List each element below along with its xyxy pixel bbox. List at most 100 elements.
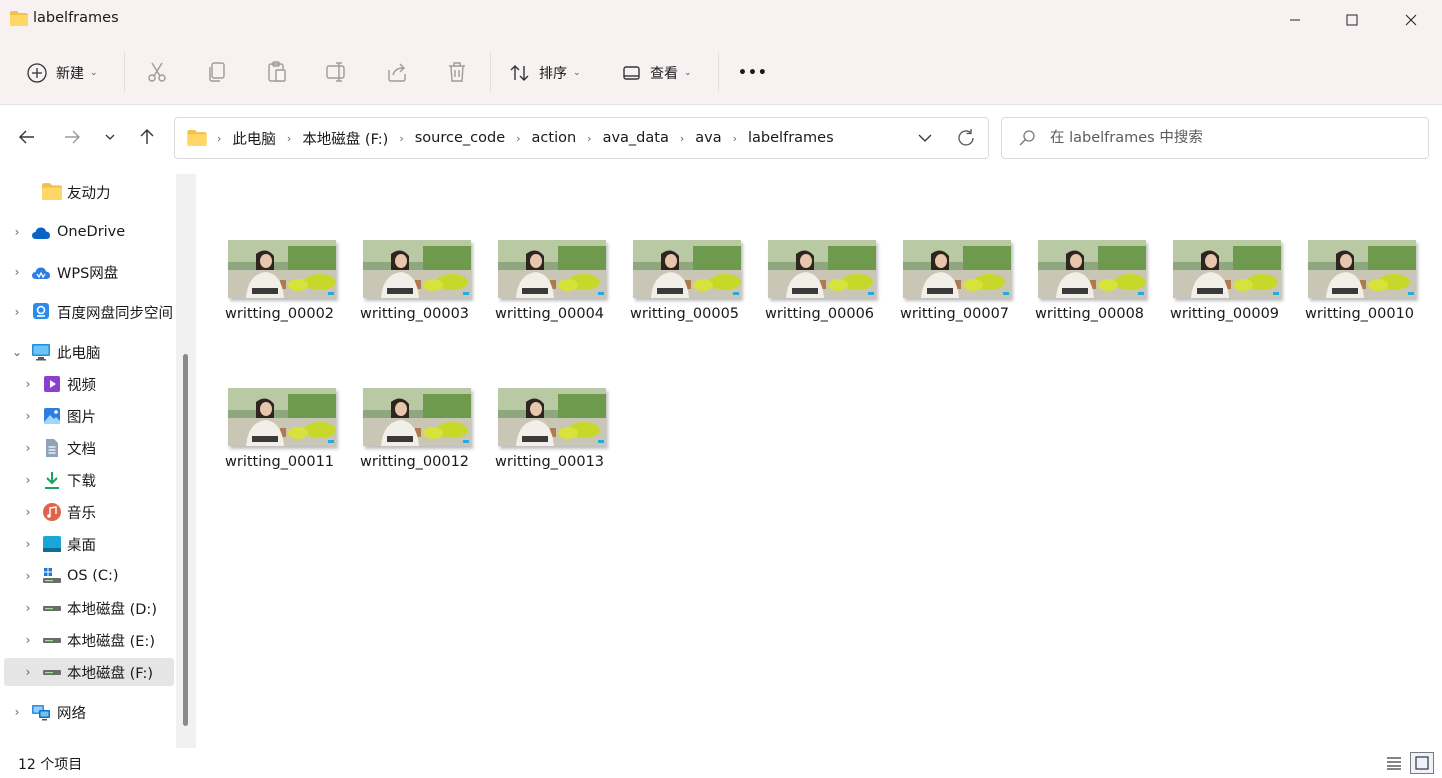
sidebar-scrollbar[interactable]: [176, 174, 196, 748]
scrollbar-thumb[interactable]: [183, 354, 188, 726]
breadcrumb-item[interactable]: 本地磁盘 (F:): [295, 128, 395, 149]
delete-icon[interactable]: [445, 60, 469, 84]
chevron-right-icon[interactable]: ›: [10, 305, 24, 319]
sidebar-item-documents[interactable]: › 文档: [0, 434, 176, 462]
photo-thumbnail-icon: [498, 240, 606, 298]
file-name: writting_00012: [360, 454, 470, 470]
search-input[interactable]: [1050, 126, 1410, 150]
sidebar-item-onedrive[interactable]: › OneDrive: [0, 218, 176, 246]
back-button[interactable]: [16, 126, 38, 148]
up-button[interactable]: [136, 126, 158, 148]
new-label: 新建: [56, 66, 84, 82]
drive-icon: [43, 670, 61, 675]
search-box[interactable]: [1001, 117, 1429, 159]
sidebar-item-label: OS (C:): [67, 568, 119, 584]
file-item[interactable]: writting_00004: [494, 240, 609, 340]
sidebar-item-drive-e[interactable]: › 本地磁盘 (E:): [0, 626, 176, 654]
file-item[interactable]: writting_00012: [359, 388, 474, 488]
sidebar-item-wps[interactable]: › WPS网盘: [0, 258, 176, 286]
sidebar-item-drive-c[interactable]: › OS (C:): [0, 562, 176, 590]
breadcrumb-item[interactable]: action: [525, 130, 584, 146]
cut-icon[interactable]: [145, 60, 169, 84]
file-item[interactable]: writting_00002: [224, 240, 339, 340]
recent-locations-button[interactable]: [99, 126, 121, 148]
view-button[interactable]: 查看 ⌄: [622, 58, 692, 88]
forward-button[interactable]: [61, 126, 83, 148]
maximize-button[interactable]: [1323, 0, 1381, 40]
folder-icon: [187, 130, 207, 146]
chevron-right-icon[interactable]: ›: [21, 473, 35, 487]
image-thumbnail: [1308, 240, 1416, 298]
file-list: writting_00002 writting_00003 writting_000…: [197, 174, 1442, 748]
chevron-right-icon[interactable]: ›: [10, 265, 24, 279]
sort-icon: [510, 65, 529, 81]
chevron-right-icon[interactable]: ›: [21, 601, 35, 615]
breadcrumb-item[interactable]: ava: [688, 130, 728, 146]
paste-icon[interactable]: [265, 60, 289, 84]
chevron-right-icon[interactable]: ›: [21, 377, 35, 391]
file-item[interactable]: writting_00011: [224, 388, 339, 488]
address-bar[interactable]: › 此电脑 › 本地磁盘 (F:) › source_code › action…: [174, 117, 989, 159]
details-view-button[interactable]: [1382, 752, 1406, 774]
divider: [124, 52, 125, 92]
desktop-icon: [43, 536, 61, 552]
file-name: writting_00002: [225, 306, 335, 322]
chevron-right-icon[interactable]: ›: [21, 441, 35, 455]
sidebar-item-youdongli[interactable]: 友动力: [0, 178, 176, 206]
file-item[interactable]: writting_00007: [899, 240, 1014, 340]
chevron-right-icon[interactable]: ›: [10, 225, 24, 239]
chevron-right-icon[interactable]: ›: [21, 505, 35, 519]
chevron-right-icon[interactable]: ›: [21, 633, 35, 647]
rename-icon[interactable]: [325, 60, 349, 84]
sidebar-item-downloads[interactable]: › 下载: [0, 466, 176, 494]
copy-icon[interactable]: [205, 60, 229, 84]
item-count: 12 个项目: [18, 757, 83, 773]
sidebar-item-label: 网络: [57, 705, 86, 722]
breadcrumb-item[interactable]: 此电脑: [225, 128, 283, 149]
photo-thumbnail-icon: [228, 388, 336, 446]
chevron-right-icon[interactable]: ›: [10, 705, 24, 719]
sidebar-item-music[interactable]: › 音乐: [0, 498, 176, 526]
chevron-down-icon[interactable]: ⌄: [10, 345, 24, 359]
image-thumbnail: [363, 240, 471, 298]
tiles-view-icon: [1415, 756, 1429, 770]
sidebar-item-baidu[interactable]: › 百度网盘同步空间: [0, 298, 176, 326]
file-item[interactable]: writting_00009: [1169, 240, 1284, 340]
chevron-right-icon[interactable]: ›: [21, 569, 35, 583]
sidebar-item-desktop[interactable]: › 桌面: [0, 530, 176, 558]
sidebar-item-network[interactable]: › 网络: [0, 698, 176, 726]
sort-button[interactable]: 排序 ⌄: [509, 58, 581, 88]
sidebar-item-drive-d[interactable]: › 本地磁盘 (D:): [0, 594, 176, 622]
refresh-icon[interactable]: [955, 127, 977, 149]
file-item[interactable]: writting_00010: [1304, 240, 1419, 340]
chevron-right-icon[interactable]: ›: [21, 409, 35, 423]
breadcrumb-item[interactable]: labelframes: [741, 130, 841, 146]
file-name: writting_00007: [900, 306, 1010, 322]
sidebar-item-drive-f[interactable]: › 本地磁盘 (F:): [4, 658, 174, 686]
sidebar-item-label: 文档: [67, 441, 96, 458]
large-icons-view-button[interactable]: [1410, 752, 1434, 774]
chevron-right-icon[interactable]: ›: [21, 665, 35, 679]
breadcrumb-item[interactable]: source_code: [408, 130, 512, 146]
sidebar-item-this-pc[interactable]: ⌄ 此电脑: [0, 338, 176, 366]
list-view-icon: [1387, 757, 1401, 770]
file-item[interactable]: writting_00005: [629, 240, 744, 340]
share-icon[interactable]: [385, 60, 409, 84]
more-options-button[interactable]: •••: [738, 58, 768, 88]
address-history-icon[interactable]: [915, 128, 935, 148]
close-button[interactable]: [1382, 0, 1440, 40]
chevron-right-icon[interactable]: ›: [21, 537, 35, 551]
minimize-button[interactable]: [1266, 0, 1324, 40]
file-name: writting_00011: [225, 454, 335, 470]
new-button[interactable]: 新建 ⌄: [26, 58, 98, 88]
breadcrumb-item[interactable]: ava_data: [596, 130, 676, 146]
file-item[interactable]: writting_00013: [494, 388, 609, 488]
file-name: writting_00008: [1035, 306, 1145, 322]
chevron-right-icon: ›: [286, 131, 292, 145]
sidebar-item-videos[interactable]: › 视频: [0, 370, 176, 398]
sidebar-item-pictures[interactable]: › 图片: [0, 402, 176, 430]
file-item[interactable]: writting_00008: [1034, 240, 1149, 340]
file-item[interactable]: writting_00003: [359, 240, 474, 340]
divider: [718, 52, 719, 92]
file-item[interactable]: writting_00006: [764, 240, 879, 340]
